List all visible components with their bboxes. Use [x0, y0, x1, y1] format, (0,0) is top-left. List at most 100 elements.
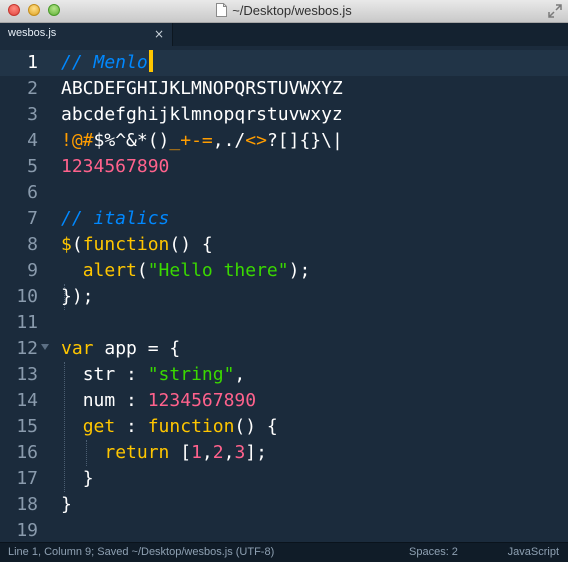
line-number: 15: [16, 416, 38, 437]
operator-token: !@#: [61, 130, 94, 151]
cursor-position-status: Line 1, Column 9; Saved ~/Desktop/wesbos…: [8, 546, 275, 558]
code-line-7: // italics: [61, 206, 343, 232]
code-text: :: [115, 416, 148, 437]
code-line-1: // Menlo: [61, 50, 343, 76]
code-area: // Menlo ABCDEFGHIJKLMNOPQRSTUVWXYZ abcd…: [61, 50, 343, 542]
keyword-token: get: [82, 416, 116, 437]
punct-token: ,: [234, 364, 246, 385]
code-line-12: var app = {: [61, 336, 343, 362]
punct-token: (: [136, 260, 148, 281]
punct-token: ?[]{}\|: [266, 130, 343, 151]
code-line-17: }: [61, 466, 343, 492]
punct-token: );: [288, 260, 311, 281]
number-token: 1: [191, 442, 202, 463]
punct-token: () {: [234, 416, 278, 437]
line-number: 16: [16, 442, 38, 463]
tab-wesbos-js[interactable]: wesbos.js ×: [0, 23, 173, 46]
line-number: 5: [27, 156, 38, 177]
string-token: "Hello there": [147, 260, 289, 281]
fold-arrow-icon[interactable]: [41, 344, 49, 350]
number-token: 2: [212, 442, 224, 463]
line-number: 19: [16, 520, 38, 541]
line-number: 17: [16, 468, 38, 489]
code-text: num :: [82, 390, 148, 411]
code-text: }: [61, 494, 72, 515]
punct-token: ];: [245, 442, 267, 463]
number-token: 1234567890: [61, 156, 170, 177]
syntax-selector[interactable]: JavaScript: [508, 546, 559, 558]
keyword-token: function: [147, 416, 235, 437]
function-token: alert: [82, 260, 137, 281]
fullscreen-icon[interactable]: [548, 4, 562, 18]
line-number: 10: [16, 286, 38, 307]
code-line-16: return [1,2,3];: [61, 440, 343, 466]
code-line-14: num : 1234567890: [61, 388, 343, 414]
punct-token: ,./: [212, 130, 246, 151]
code-line-5: 1234567890: [61, 154, 343, 180]
punct-token: ,: [201, 442, 213, 463]
line-number-gutter: 1 2 3 4 5 6 7 8 9 10 11 12 13 14 15 16 1…: [0, 50, 50, 542]
code-line-10: });: [61, 284, 343, 310]
code-editor[interactable]: 1 2 3 4 5 6 7 8 9 10 11 12 13 14 15 16 1…: [0, 46, 568, 542]
code-line-9: alert("Hello there");: [61, 258, 343, 284]
tab-close-icon[interactable]: ×: [154, 27, 164, 41]
line-number: 18: [16, 494, 38, 515]
code-line-4: !@#$%^&*()_+-=,./<>?[]{}\|: [61, 128, 343, 154]
punct-token: ,: [223, 442, 235, 463]
line-number: 9: [27, 260, 38, 281]
line-number: 8: [27, 234, 38, 255]
code-line-2: ABCDEFGHIJKLMNOPQRSTUVWXYZ: [61, 76, 343, 102]
line-number: 7: [27, 208, 38, 229]
line-number: 3: [27, 104, 38, 125]
code-line-18: }: [61, 492, 343, 518]
number-token: 3: [234, 442, 246, 463]
operator-token: _+-=: [169, 130, 213, 151]
document-icon: [216, 3, 228, 17]
punct-token: () {: [169, 234, 213, 255]
number-token: 1234567890: [147, 390, 257, 411]
string-token: "string": [147, 364, 235, 385]
code-line-15: get : function() {: [61, 414, 343, 440]
code-text: str :: [82, 364, 148, 385]
code-line-8: $(function() {: [61, 232, 343, 258]
punct-token: $%^&*: [93, 130, 148, 151]
code-text: }: [82, 468, 94, 489]
code-line-3: abcdefghijklmnopqrstuvwxyz: [61, 102, 343, 128]
line-number: 14: [16, 390, 38, 411]
keyword-token: return: [104, 442, 170, 463]
line-number: 1: [27, 52, 38, 73]
line-number: 11: [16, 312, 38, 333]
line-number: 13: [16, 364, 38, 385]
editor-window: ~/Desktop/wesbos.js wesbos.js × 1 2 3 4 …: [0, 0, 568, 562]
operator-token: <>: [245, 130, 267, 151]
title-bar: ~/Desktop/wesbos.js: [0, 0, 568, 23]
code-line-13: str : "string",: [61, 362, 343, 388]
window-title-group: ~/Desktop/wesbos.js: [0, 3, 568, 18]
comment-token: // Menlo: [61, 52, 148, 73]
status-bar: Line 1, Column 9; Saved ~/Desktop/wesbos…: [0, 542, 568, 562]
punct-token: [: [169, 442, 192, 463]
line-number: 2: [27, 78, 38, 99]
code-text: ABCDEFGHIJKLMNOPQRSTUVWXYZ: [61, 78, 343, 99]
tab-bar: wesbos.js ×: [0, 23, 568, 46]
text-caret: [148, 50, 153, 72]
keyword-token: function: [82, 234, 170, 255]
keyword-token: $: [61, 234, 72, 255]
window-title: ~/Desktop/wesbos.js: [232, 3, 352, 18]
code-text: });: [61, 286, 94, 307]
code-text: app = {: [93, 338, 181, 359]
code-text: abcdefghijklmnopqrstuvwxyz: [61, 104, 343, 125]
line-number: 4: [27, 130, 38, 151]
comment-token: // italics: [61, 208, 170, 229]
indentation-setting[interactable]: Spaces: 2: [409, 546, 458, 558]
tab-label: wesbos.js: [8, 27, 57, 39]
